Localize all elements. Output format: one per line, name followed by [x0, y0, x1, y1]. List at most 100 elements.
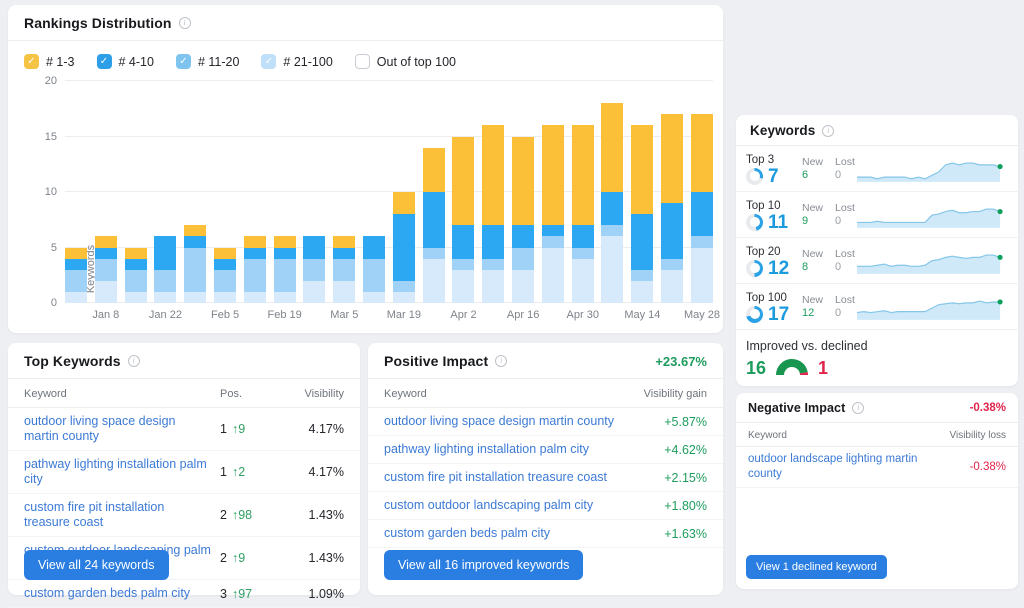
lost-column-label: Lost [835, 248, 855, 260]
bucket-label: Top 3 [746, 154, 802, 166]
bar-segment [512, 248, 534, 270]
legend-checkbox--4-10[interactable]: ✓# 4-10 [97, 54, 154, 69]
bar-segment [333, 259, 355, 281]
keyword-link[interactable]: outdoor living space design martin count… [384, 414, 623, 429]
lost-column-value: 0 [835, 307, 855, 319]
donut-chart [746, 214, 763, 231]
checkbox-checked-icon[interactable]: ✓ [24, 54, 39, 69]
new-column: New8 [802, 248, 823, 273]
bucket-summary: Top 2012 [746, 246, 802, 278]
info-icon[interactable]: i [852, 402, 864, 414]
keyword-link[interactable]: custom garden beds palm city [384, 526, 623, 541]
keyword-link[interactable]: pathway lighting installation palm city [384, 442, 623, 457]
keyword-link[interactable]: custom outdoor landscaping palm city [384, 498, 623, 513]
info-icon[interactable]: i [128, 355, 140, 367]
keyword-link[interactable]: pathway lighting installation palm city [24, 457, 220, 487]
bar-may-7[interactable] [601, 103, 623, 303]
donut-chart [746, 168, 763, 185]
bar-segment [184, 236, 206, 247]
keyword-link[interactable]: outdoor living space design martin count… [24, 414, 220, 444]
position-value: 1 [220, 422, 227, 436]
bar-segment [274, 236, 296, 247]
bar-mar-12[interactable] [363, 236, 385, 303]
lost-column: Lost0 [835, 156, 855, 181]
bar-segment [95, 259, 117, 281]
keyword-link[interactable]: custom fire pit installation treasure co… [384, 470, 623, 485]
negative-impact-panel: Negative Impact i -0.38% Keyword Visibil… [736, 393, 1018, 589]
bar-jan-15[interactable] [125, 248, 147, 303]
table-header: Keyword Visibility gain [368, 379, 723, 408]
bar-segment [572, 225, 594, 247]
rankings-header: Rankings Distribution i [8, 5, 723, 41]
new-column-value: 12 [802, 307, 823, 319]
bar-apr-23[interactable] [542, 125, 564, 303]
bar-apr-16[interactable] [512, 137, 534, 303]
x-axis-labels: Jan 8Jan 22Feb 5Feb 19Mar 5Mar 19Apr 2Ap… [65, 309, 713, 325]
bar-apr-2[interactable] [452, 137, 474, 303]
bar-segment [423, 192, 445, 248]
visibility-gain-value: +4.62% [623, 443, 707, 457]
info-icon[interactable]: i [179, 17, 191, 29]
bar-segment [244, 292, 266, 303]
x-tick-label: Jan 8 [92, 309, 119, 321]
bar-segment [572, 248, 594, 259]
bar-jan-29[interactable] [184, 225, 206, 303]
keyword-link[interactable]: custom garden beds palm city [24, 586, 220, 601]
bar-segment [303, 281, 325, 303]
checkbox-unchecked-icon[interactable] [355, 54, 370, 69]
bar-may-21[interactable] [661, 114, 683, 303]
bar-may-28[interactable] [691, 114, 713, 303]
rankings-legend: ✓# 1-3✓# 4-10✓# 11-20✓# 21-100Out of top… [8, 41, 723, 69]
keyword-bucket-row: Top 37New6Lost0 [736, 146, 1018, 192]
checkbox-checked-icon[interactable]: ✓ [261, 54, 276, 69]
bar-jan-1[interactable] [65, 248, 87, 303]
lost-column-value: 0 [835, 215, 855, 227]
view-all-keywords-button[interactable]: View all 24 keywords [24, 550, 169, 580]
visibility-gain-value: +2.15% [623, 471, 707, 485]
bar-mar-19[interactable] [393, 192, 415, 303]
bar-segment [214, 292, 236, 303]
bar-segment [542, 125, 564, 225]
legend-checkbox--11-20[interactable]: ✓# 11-20 [176, 54, 239, 69]
bar-segment [393, 281, 415, 292]
info-icon[interactable]: i [822, 125, 834, 137]
legend-checkbox--1-3[interactable]: ✓# 1-3 [24, 54, 75, 69]
legend-checkbox-out-of-top-100[interactable]: Out of top 100 [355, 54, 456, 69]
bar-may-14[interactable] [631, 125, 653, 303]
view-improved-keywords-button[interactable]: View all 16 improved keywords [384, 550, 583, 580]
checkbox-checked-icon[interactable]: ✓ [176, 54, 191, 69]
bucket-summary: Top 1011 [746, 200, 802, 232]
bar-jan-8[interactable] [95, 236, 117, 303]
top-keywords-header: Top Keywords i [8, 343, 360, 379]
bar-segment [184, 292, 206, 303]
bar-mar-26[interactable] [423, 148, 445, 303]
lost-column: Lost0 [835, 202, 855, 227]
bar-segment [95, 236, 117, 247]
position-delta-up: ↑9 [232, 551, 245, 565]
keyword-link[interactable]: custom fire pit installation treasure co… [24, 500, 220, 530]
new-lost-columns: New8Lost0 [802, 248, 854, 273]
bar-apr-9[interactable] [482, 125, 504, 303]
x-tick-label: Mar 5 [330, 309, 358, 321]
bar-apr-30[interactable] [572, 125, 594, 303]
bar-feb-19[interactable] [274, 236, 296, 303]
trend-sparkline [856, 202, 1006, 230]
bar-feb-26[interactable] [303, 236, 325, 303]
bar-jan-22[interactable] [154, 236, 176, 303]
bar-mar-5[interactable] [333, 236, 355, 303]
info-icon[interactable]: i [495, 355, 507, 367]
bar-feb-5[interactable] [214, 248, 236, 303]
checkbox-checked-icon[interactable]: ✓ [97, 54, 112, 69]
y-tick-label: 20 [21, 75, 57, 87]
bar-segment [691, 236, 713, 247]
legend-label: # 21-100 [283, 55, 332, 69]
table-header: Keyword Visibility loss [736, 423, 1018, 447]
bar-feb-12[interactable] [244, 236, 266, 303]
view-declined-keyword-button[interactable]: View 1 declined keyword [746, 555, 887, 579]
bar-segment [214, 248, 236, 259]
position-delta-up: ↑9 [232, 422, 245, 436]
new-column: New12 [802, 294, 823, 319]
bar-segment [274, 259, 296, 292]
legend-checkbox--21-100[interactable]: ✓ # 21-100 [261, 54, 332, 69]
keyword-link[interactable]: outdoor landscape lighting martin county [748, 452, 928, 482]
